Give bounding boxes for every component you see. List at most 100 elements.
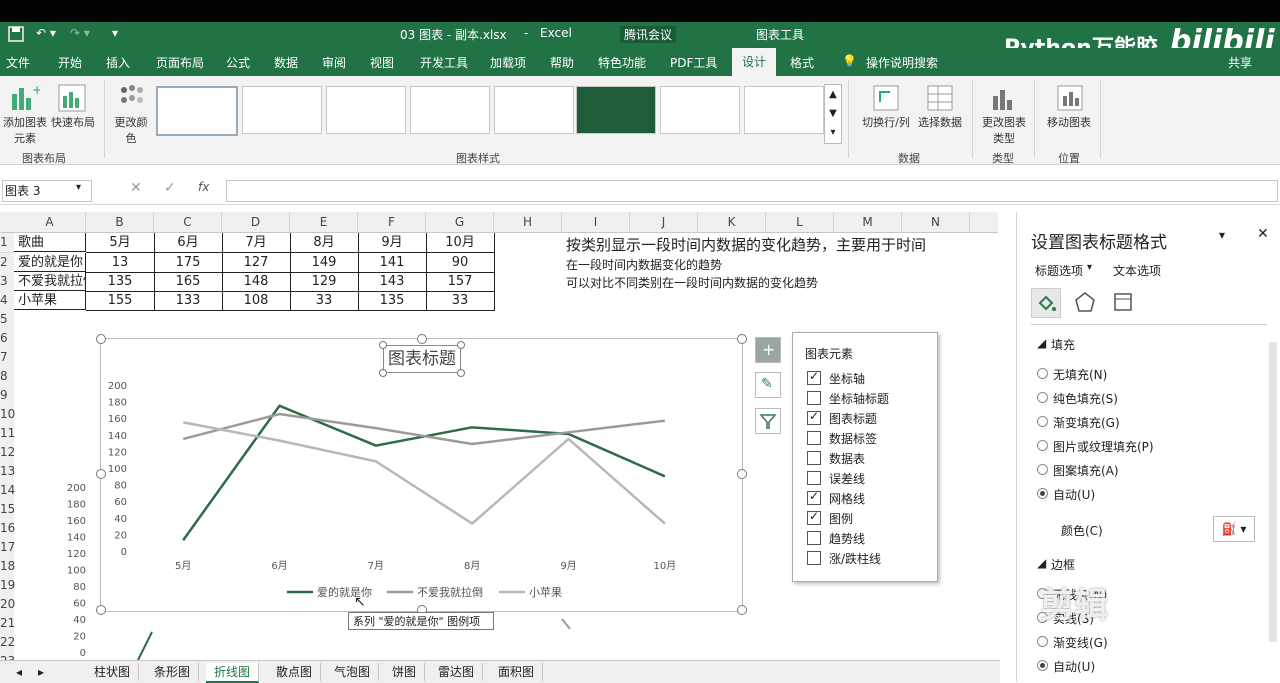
palette-icon[interactable] — [118, 84, 144, 110]
tab-file[interactable]: 文件 — [6, 54, 30, 71]
col-header[interactable]: F — [358, 212, 426, 233]
table-header-cell[interactable]: 7月 — [222, 233, 291, 253]
title-handle[interactable] — [457, 369, 465, 377]
table-cell[interactable]: 143 — [358, 272, 427, 292]
tab-page-layout[interactable]: 页面布局 — [156, 54, 204, 71]
resize-handle[interactable] — [737, 469, 747, 479]
change-chart-type-icon[interactable] — [990, 84, 1016, 110]
sheet-tab[interactable]: 散点图 — [268, 663, 322, 681]
resize-handle[interactable] — [96, 469, 106, 479]
row-header[interactable]: 23 — [0, 652, 15, 660]
chart-elements-button[interactable]: + — [755, 337, 781, 363]
checkbox[interactable] — [807, 391, 821, 405]
col-header[interactable]: I — [562, 212, 630, 233]
switch-row-column-icon[interactable] — [872, 84, 899, 111]
row-header[interactable]: 13 — [0, 462, 15, 482]
tab-formulas[interactable]: 公式 — [226, 54, 250, 71]
border-collapse-icon[interactable]: ◢ — [1037, 556, 1046, 570]
redo-icon[interactable]: ↷ ▾ — [70, 26, 90, 40]
row-header[interactable]: 1 — [0, 233, 14, 253]
row-header[interactable]: 22 — [0, 633, 15, 653]
select-all-corner[interactable] — [0, 212, 15, 233]
add-chart-element-button[interactable]: 添加图表元素 — [0, 114, 50, 146]
cancel-icon[interactable]: ✕ — [130, 180, 142, 196]
tab-help[interactable]: 帮助 — [550, 54, 574, 71]
insert-function-icon[interactable]: fx — [198, 180, 209, 194]
row-header[interactable]: 18 — [0, 557, 15, 577]
tab-home[interactable]: 开始 — [58, 54, 82, 71]
chart-plot-area[interactable]: 0 20 40 60 80 100 120 140 160 180 200 5月 6月 7月 8月 9月 10月… — [101, 339, 742, 611]
fill-option[interactable]: 渐变填充(G) — [1037, 414, 1120, 431]
table-cell[interactable]: 33 — [426, 291, 495, 311]
col-header[interactable]: B — [86, 212, 154, 233]
title-handle[interactable] — [379, 341, 387, 349]
table-cell[interactable]: 157 — [426, 272, 495, 292]
series-line[interactable] — [182, 404, 666, 541]
col-header[interactable]: C — [154, 212, 222, 233]
checkbox[interactable] — [807, 531, 821, 545]
sheet-tab[interactable]: 雷达图 — [430, 663, 484, 681]
row-header[interactable]: 2 — [0, 253, 14, 273]
table-cell[interactable]: 141 — [358, 253, 427, 273]
col-header[interactable]: D — [222, 212, 290, 233]
change-chart-type-button[interactable]: 更改图表类型 — [978, 114, 1030, 146]
table-cell[interactable]: 165 — [154, 272, 223, 292]
chevron-down-icon[interactable]: ▾ — [1087, 262, 1092, 273]
color-picker-button[interactable]: ⛽ ▾ — [1213, 516, 1255, 542]
table-header-cell[interactable]: 歌曲 — [14, 233, 86, 252]
legend-label[interactable]: 小苹果 — [529, 585, 562, 599]
tab-developer[interactable]: 开发工具 — [420, 54, 468, 71]
border-option[interactable]: 渐变线(G) — [1037, 634, 1108, 651]
checkbox[interactable] — [807, 451, 821, 465]
customize-qat-icon[interactable]: ▾ — [112, 26, 118, 40]
resize-handle[interactable] — [96, 605, 106, 615]
col-header-partial[interactable] — [970, 212, 998, 233]
pane-dropdown-icon[interactable]: ▾ — [1219, 228, 1225, 242]
checkbox[interactable] — [807, 369, 821, 385]
line-chart[interactable]: 图表标题 0 20 40 60 80 100 120 140 160 180 200 5月 6月 7月 8月… — [96, 334, 747, 615]
change-colors-button[interactable]: 更改颜色 — [110, 114, 152, 146]
chart-style-5[interactable] — [494, 86, 574, 134]
tab-title-options[interactable]: 标题选项 — [1035, 262, 1083, 279]
tab-review[interactable]: 审阅 — [322, 54, 346, 71]
table-cell[interactable]: 90 — [426, 253, 495, 273]
row-header[interactable]: 15 — [0, 500, 15, 520]
table-cell[interactable]: 135 — [86, 272, 155, 292]
formula-input[interactable] — [226, 180, 1278, 202]
table-cell[interactable]: 13 — [86, 253, 155, 273]
table-cell[interactable]: 不爱我就拉倒 — [14, 272, 86, 291]
fill-option[interactable]: 纯色填充(S) — [1037, 390, 1118, 407]
tab-addins[interactable]: 加载项 — [490, 54, 526, 71]
row-header[interactable]: 21 — [0, 614, 15, 634]
table-cell[interactable]: 175 — [154, 253, 223, 273]
row-header[interactable]: 9 — [0, 386, 14, 406]
chart-style-3[interactable] — [326, 86, 406, 134]
chart-style-7[interactable] — [660, 86, 740, 134]
note-line-3[interactable]: 可以对比不同类别在一段时间内数据的变化趋势 — [566, 274, 818, 291]
select-data-button[interactable]: 选择数据 — [912, 114, 968, 130]
row-header[interactable]: 19 — [0, 576, 15, 596]
tell-me-search[interactable]: 操作说明搜索 — [866, 54, 938, 71]
fill-option[interactable]: 图案填充(A) — [1037, 462, 1119, 479]
row-header[interactable]: 11 — [0, 424, 15, 444]
tab-format[interactable]: 格式 — [790, 54, 814, 71]
tab-design[interactable]: 设计 — [732, 48, 777, 76]
tab-pdf-tools[interactable]: PDF工具 — [670, 54, 717, 71]
legend-label[interactable]: 不爱我就拉倒 — [417, 585, 483, 599]
checkbox[interactable] — [807, 409, 821, 425]
table-cell[interactable]: 155 — [86, 291, 155, 311]
pane-close-icon[interactable]: ✕ — [1257, 226, 1269, 242]
resize-handle[interactable] — [737, 605, 747, 615]
col-header[interactable]: H — [494, 212, 562, 233]
row-header[interactable]: 8 — [0, 367, 14, 387]
border-option[interactable]: 自动(U) — [1037, 658, 1095, 675]
fill-section-header[interactable]: 填充 — [1051, 336, 1075, 353]
chart-style-1[interactable] — [156, 86, 238, 136]
table-header-cell[interactable]: 6月 — [154, 233, 223, 253]
row-header[interactable]: 7 — [0, 348, 14, 368]
name-box-dropdown-icon[interactable]: ▾ — [76, 182, 81, 193]
col-header[interactable]: L — [766, 212, 834, 233]
note-line-2[interactable]: 在一段时间内数据变化的趋势 — [566, 256, 722, 273]
row-header[interactable]: 10 — [0, 405, 15, 425]
enter-icon[interactable]: ✓ — [164, 180, 176, 196]
